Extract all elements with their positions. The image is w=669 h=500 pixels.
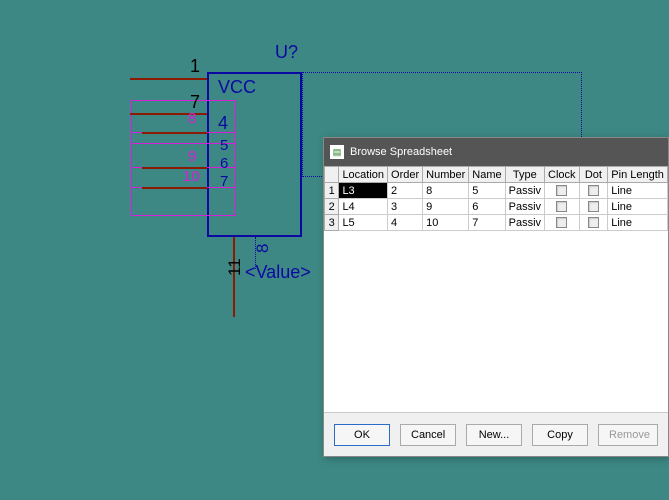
cell-name[interactable]: 6 xyxy=(469,199,505,215)
cancel-button[interactable]: Cancel xyxy=(400,424,456,446)
pin-number: 9 xyxy=(188,148,196,165)
pin-number: 8 xyxy=(188,110,196,127)
cell-location[interactable]: L5 xyxy=(339,215,388,231)
cell-location[interactable]: L3 xyxy=(339,183,388,199)
cell-dot[interactable] xyxy=(579,199,608,215)
cell-pin-length[interactable]: Line xyxy=(608,183,668,199)
cell-number[interactable]: 9 xyxy=(423,199,469,215)
pin-name: 5 xyxy=(220,137,228,154)
checkbox-icon[interactable] xyxy=(588,217,599,228)
cell-name[interactable]: 7 xyxy=(469,215,505,231)
app-icon: ▤ xyxy=(330,145,344,159)
remove-button[interactable]: Remove xyxy=(598,424,658,446)
col-clock[interactable]: Clock xyxy=(545,167,580,183)
col-name[interactable]: Name xyxy=(469,167,505,183)
pin-line[interactable] xyxy=(130,78,207,80)
pin-number: 10 xyxy=(183,168,200,185)
corner-cell xyxy=(325,167,339,183)
pin-name: 4 xyxy=(218,113,228,134)
table-header-row: Location Order Number Name Type Clock Do… xyxy=(325,167,668,183)
copy-button[interactable]: Copy xyxy=(532,424,588,446)
table-row[interactable]: 3L54107Passiv Line xyxy=(325,215,668,231)
col-location[interactable]: Location xyxy=(339,167,388,183)
cell-pin-length[interactable]: Line xyxy=(608,199,668,215)
pin-name: 7 xyxy=(220,173,228,190)
pin-name: 6 xyxy=(220,155,228,172)
checkbox-icon[interactable] xyxy=(556,201,567,212)
value-label[interactable]: <Value> xyxy=(245,262,311,283)
dialog-button-bar: OK Cancel New... Copy Remove xyxy=(324,412,668,456)
pin-number: 1 xyxy=(190,56,200,77)
dialog-title: Browse Spreadsheet xyxy=(350,146,452,158)
col-type[interactable]: Type xyxy=(505,167,544,183)
checkbox-icon[interactable] xyxy=(556,217,567,228)
cell-pin-length[interactable]: Line xyxy=(608,215,668,231)
cell-order[interactable]: 4 xyxy=(388,215,423,231)
cell-number[interactable]: 8 xyxy=(423,183,469,199)
row-number: 1 xyxy=(325,183,339,199)
designator-label[interactable]: U? xyxy=(275,42,298,63)
checkbox-icon[interactable] xyxy=(588,201,599,212)
pin-line[interactable] xyxy=(233,237,235,317)
spreadsheet-table[interactable]: Location Order Number Name Type Clock Do… xyxy=(324,166,668,412)
cell-clock[interactable] xyxy=(545,183,580,199)
cell-order[interactable]: 3 xyxy=(388,199,423,215)
pin-line[interactable] xyxy=(142,187,207,189)
cell-clock[interactable] xyxy=(545,215,580,231)
dialog-titlebar[interactable]: ▤ Browse Spreadsheet xyxy=(324,138,668,166)
table-row[interactable]: 1L3285Passiv Line xyxy=(325,183,668,199)
table-row[interactable]: 2L4396Passiv Line xyxy=(325,199,668,215)
pin-number: 8 xyxy=(253,244,273,253)
checkbox-icon[interactable] xyxy=(588,185,599,196)
pin-line[interactable] xyxy=(142,132,207,134)
vcc-label: VCC xyxy=(218,77,256,98)
browse-spreadsheet-dialog: ▤ Browse Spreadsheet Location Order Numb… xyxy=(323,137,669,457)
cell-order[interactable]: 2 xyxy=(388,183,423,199)
cell-dot[interactable] xyxy=(579,215,608,231)
row-number: 2 xyxy=(325,199,339,215)
row-number: 3 xyxy=(325,215,339,231)
ok-button[interactable]: OK xyxy=(334,424,390,446)
pin-number: 11 xyxy=(225,258,245,276)
cell-location[interactable]: L4 xyxy=(339,199,388,215)
cell-dot[interactable] xyxy=(579,183,608,199)
cell-type[interactable]: Passiv xyxy=(505,199,544,215)
cell-type[interactable]: Passiv xyxy=(505,183,544,199)
checkbox-icon[interactable] xyxy=(556,185,567,196)
col-order[interactable]: Order xyxy=(388,167,423,183)
cell-name[interactable]: 5 xyxy=(469,183,505,199)
cell-number[interactable]: 10 xyxy=(423,215,469,231)
col-number[interactable]: Number xyxy=(423,167,469,183)
cell-clock[interactable] xyxy=(545,199,580,215)
col-pin-length[interactable]: Pin Length xyxy=(608,167,668,183)
new-button[interactable]: New... xyxy=(466,424,522,446)
cell-type[interactable]: Passiv xyxy=(505,215,544,231)
col-dot[interactable]: Dot xyxy=(579,167,608,183)
